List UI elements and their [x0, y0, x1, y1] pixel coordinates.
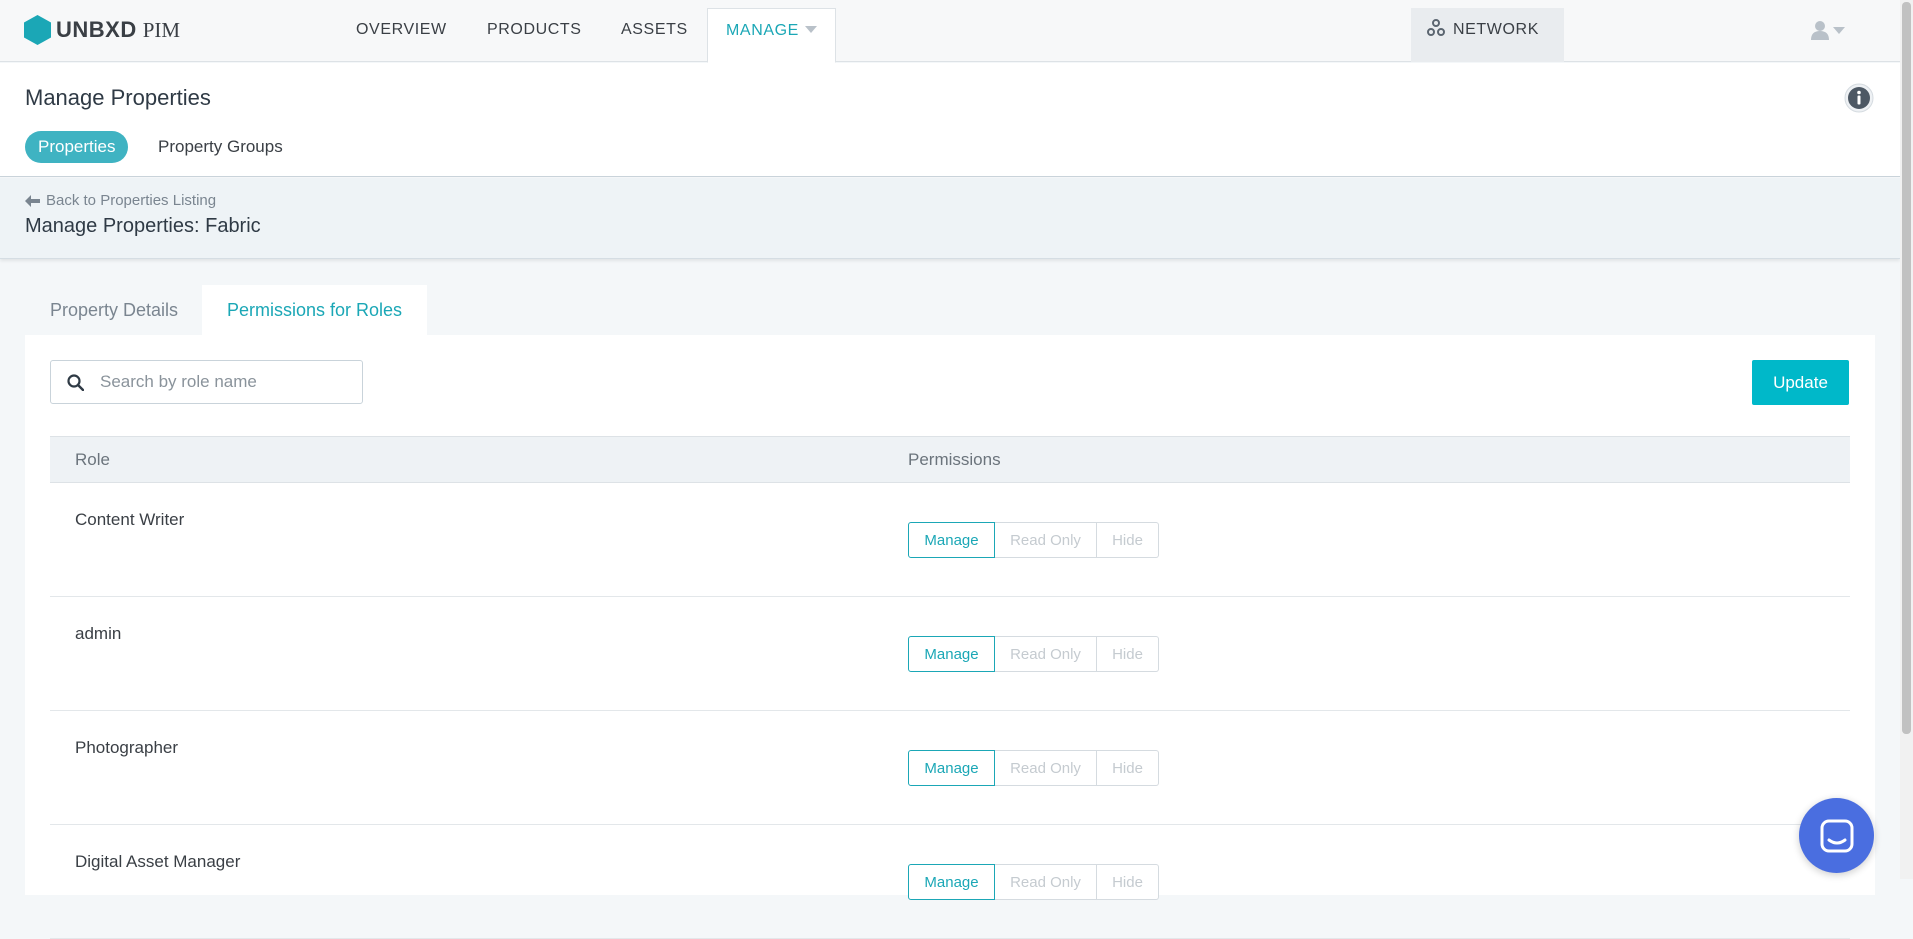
permission-read-only-button[interactable]: Read Only [995, 522, 1097, 558]
sub-header: Back to Properties Listing Manage Proper… [0, 178, 1900, 259]
tab-property-groups[interactable]: Property Groups [158, 131, 283, 163]
permission-read-only-button[interactable]: Read Only [995, 864, 1097, 900]
column-header-role: Role [75, 450, 110, 469]
permission-hide-button[interactable]: Hide [1097, 636, 1159, 672]
permission-toggle-group: Manage Read Only Hide [908, 636, 1159, 672]
permission-manage-button[interactable]: Manage [908, 522, 995, 558]
permission-read-only-button[interactable]: Read Only [995, 636, 1097, 672]
role-name: Digital Asset Manager [75, 852, 241, 871]
nav-manage-label: MANAGE [726, 22, 799, 39]
role-name: Photographer [75, 738, 179, 757]
permission-hide-button[interactable]: Hide [1097, 750, 1159, 786]
permission-manage-button[interactable]: Manage [908, 636, 995, 672]
hexagon-logo-icon [24, 15, 51, 45]
permission-toggle-group: Manage Read Only Hide [908, 522, 1159, 558]
arrow-left-icon [25, 194, 40, 207]
user-menu[interactable] [1810, 20, 1845, 40]
network-label: NETWORK [1453, 21, 1539, 38]
page-title: Manage Properties [25, 85, 211, 110]
back-link-label: Back to Properties Listing [46, 192, 217, 209]
tab-property-details[interactable]: Property Details [25, 285, 203, 335]
search-field[interactable] [50, 360, 363, 404]
permission-manage-button[interactable]: Manage [908, 864, 995, 900]
table-row: Content Writer Manage Read Only Hide [50, 483, 1850, 597]
role-name: admin [75, 624, 122, 643]
table-row: admin Manage Read Only Hide [50, 597, 1850, 711]
tab-permissions-for-roles[interactable]: Permissions for Roles [202, 285, 428, 335]
network-button[interactable]: NETWORK [1411, 8, 1564, 62]
nav-manage[interactable]: MANAGE [707, 8, 836, 63]
network-icon [1427, 19, 1445, 36]
table-row: Photographer Manage Read Only Hide [50, 711, 1850, 825]
permission-toggle-group: Manage Read Only Hide [908, 864, 1159, 900]
back-to-listing-link[interactable]: Back to Properties Listing [25, 192, 216, 209]
permission-hide-button[interactable]: Hide [1097, 522, 1159, 558]
nav-assets[interactable]: ASSETS [621, 0, 688, 62]
update-button[interactable]: Update [1752, 360, 1849, 405]
permission-toggle-group: Manage Read Only Hide [908, 750, 1159, 786]
info-icon[interactable] [1844, 83, 1874, 113]
property-title: Manage Properties: Fabric [25, 215, 261, 237]
permission-hide-button[interactable]: Hide [1097, 864, 1159, 900]
chat-icon [1820, 819, 1853, 852]
header-panel: Manage Properties Properties Property Gr… [0, 63, 1900, 177]
search-icon [67, 373, 84, 391]
permission-read-only-button[interactable]: Read Only [995, 750, 1097, 786]
brand-name: UNBXD [56, 17, 137, 42]
permissions-card: Update Role Permissions Content Writer M… [25, 335, 1875, 939]
chat-launcher-button[interactable] [1799, 798, 1874, 873]
nav-overview[interactable]: OVERVIEW [356, 0, 447, 62]
caret-down-icon [804, 26, 817, 33]
roles-table: Role Permissions Content Writer Manage R… [50, 436, 1850, 939]
top-navigation: UNBXD PIM OVERVIEW PRODUCTS ASSETS MANAG… [0, 0, 1900, 63]
scrollbar-thumb[interactable] [1902, 2, 1911, 734]
column-header-permissions: Permissions [908, 450, 1001, 469]
permission-manage-button[interactable]: Manage [908, 750, 995, 786]
user-icon [1811, 21, 1829, 40]
table-row: Digital Asset Manager Manage Read Only H… [50, 825, 1850, 939]
app-logo[interactable]: UNBXD PIM [24, 14, 180, 46]
table-header: Role Permissions [50, 436, 1850, 483]
tab-properties[interactable]: Properties [25, 131, 129, 163]
caret-down-icon [1833, 26, 1845, 34]
role-name: Content Writer [75, 510, 185, 529]
product-name: PIM [142, 17, 181, 42]
search-input[interactable] [100, 372, 340, 392]
nav-products[interactable]: PRODUCTS [487, 0, 582, 62]
